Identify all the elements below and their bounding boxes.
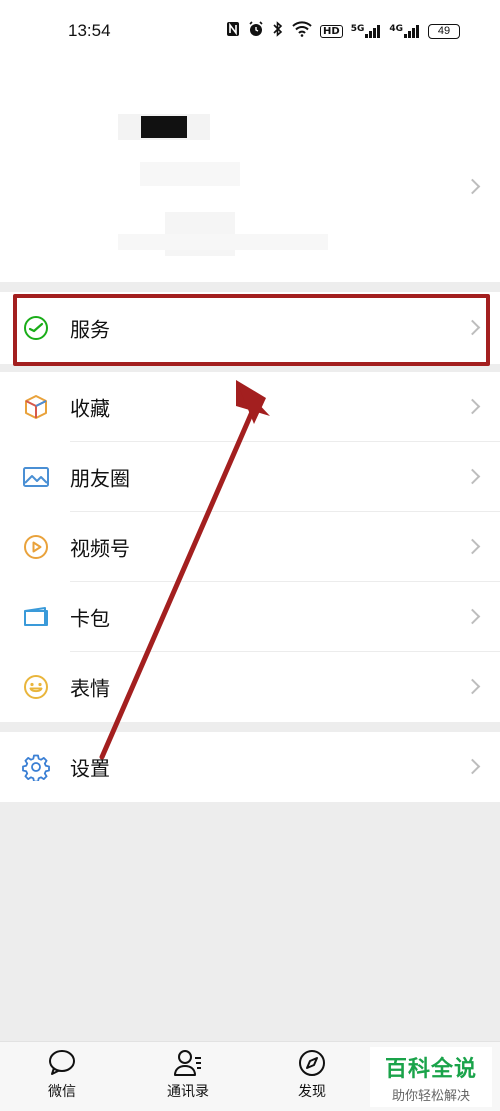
tab-label-chats: 微信 — [48, 1084, 76, 1100]
wallet-icon — [22, 603, 50, 631]
gear-icon — [22, 753, 50, 783]
alarm-icon — [248, 21, 264, 41]
compass-icon — [299, 1050, 325, 1076]
menu-label-settings: 设置 — [70, 756, 110, 781]
menu-item-moments[interactable]: 朋友圈 — [0, 442, 500, 512]
hd-icon: HD — [320, 24, 343, 38]
image-icon — [22, 463, 50, 491]
chevron-right-icon — [464, 678, 481, 695]
profile-blur — [118, 234, 328, 250]
menu-label-cards: 卡包 — [70, 606, 110, 631]
menu-item-channels[interactable]: 视频号 — [0, 512, 500, 582]
chat-bubble-icon — [49, 1050, 75, 1075]
highlight-box — [13, 294, 490, 366]
menu-item-cards[interactable]: 卡包 — [0, 582, 500, 652]
play-circle-icon — [22, 533, 50, 561]
signal-5g-label: 5G — [350, 24, 365, 34]
contacts-icon — [174, 1050, 201, 1076]
tab-discover[interactable]: 发现 — [267, 1048, 357, 1108]
signal-5g-icon: 5G — [351, 24, 382, 38]
profile-chevron-icon — [464, 178, 481, 195]
section-main: 收藏 朋友圈 视频号 卡包 表情 — [0, 372, 500, 722]
status-icons: HD 5G 4G 49 — [226, 21, 460, 41]
status-time: 13:54 — [68, 21, 111, 40]
watermark-subtitle: 助你轻松解决 — [391, 1088, 470, 1104]
chevron-right-icon — [464, 538, 481, 555]
signal-4g-icon: 4G — [389, 24, 420, 38]
menu-label-stickers: 表情 — [70, 676, 110, 701]
nfc-icon — [226, 21, 240, 41]
chevron-right-icon — [464, 398, 481, 415]
smiley-icon — [22, 673, 50, 701]
menu-label-favorites: 收藏 — [70, 396, 110, 421]
tab-contacts[interactable]: 通讯录 — [143, 1048, 233, 1108]
status-bar: 13:54 HD 5G 4G 49 — [0, 0, 500, 62]
cube-icon — [22, 393, 50, 421]
signal-4g-label: 4G — [389, 24, 403, 34]
chevron-right-icon — [464, 608, 481, 625]
profile-name-redacted — [141, 116, 187, 138]
chevron-right-icon — [464, 468, 481, 485]
tab-chats[interactable]: 微信 — [17, 1048, 107, 1108]
menu-item-favorites[interactable]: 收藏 — [0, 372, 500, 442]
watermark: 百科全说 助你轻松解决 — [370, 1047, 492, 1107]
battery-indicator: 49 — [428, 23, 460, 39]
menu-item-stickers[interactable]: 表情 — [0, 652, 500, 722]
menu-label-moments: 朋友圈 — [70, 466, 130, 491]
profile-header[interactable] — [0, 62, 500, 282]
bluetooth-icon — [272, 21, 284, 41]
menu-item-settings[interactable]: 设置 — [0, 732, 500, 802]
tab-label-contacts: 通讯录 — [167, 1084, 209, 1100]
chevron-right-icon — [464, 758, 481, 775]
menu-label-channels: 视频号 — [70, 536, 130, 561]
wifi-icon — [292, 21, 312, 41]
watermark-title: 百科全说 — [384, 1056, 477, 1082]
profile-blur — [140, 162, 240, 186]
tab-label-discover: 发现 — [298, 1084, 326, 1100]
section-settings: 设置 — [0, 732, 500, 802]
